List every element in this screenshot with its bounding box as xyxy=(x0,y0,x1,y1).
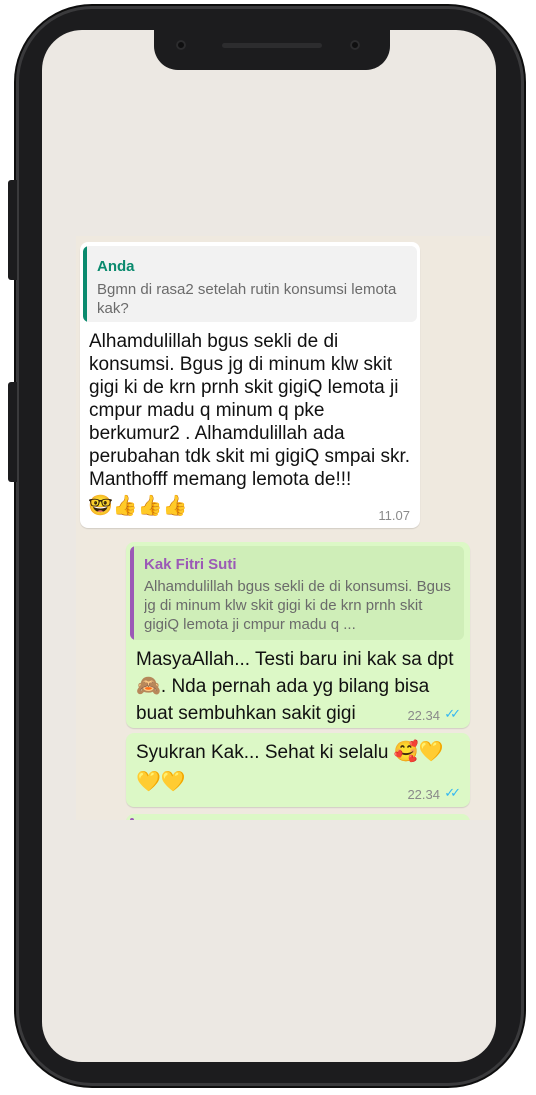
message-text-part1: MasyaAllah... Testi baru ini kak sa dpt xyxy=(136,649,454,670)
side-button-top xyxy=(8,180,17,280)
outgoing-message-bubble-partial xyxy=(126,814,470,820)
message-emojis-second-line: 💛💛 xyxy=(136,771,186,793)
message-emojis-inline: 🥰💛 xyxy=(393,741,444,763)
quote-sender-name: Anda xyxy=(97,258,135,275)
message-time: 22.34 xyxy=(407,708,440,723)
quote-text: Alhamdulillah bgus sekli de di konsumsi.… xyxy=(144,578,451,633)
quote-accent-bar xyxy=(83,246,87,322)
message-text-part2: . Nda pernah ada yg bilang bisa buat sem… xyxy=(136,676,430,724)
chat-screenshot: Anda Bgmn di rasa2 setelah rutin konsums… xyxy=(76,236,490,820)
double-check-icon: ✓✓ xyxy=(444,706,461,721)
incoming-message-bubble[interactable]: Anda Bgmn di rasa2 setelah rutin konsums… xyxy=(80,242,420,528)
message-emojis: 🤓👍👍👍 xyxy=(88,495,188,517)
camera-left xyxy=(176,40,186,50)
side-button-bottom xyxy=(8,382,17,482)
outgoing-message-bubble[interactable]: Syukran Kak... Sehat ki selalu 🥰💛 💛💛 22.… xyxy=(126,733,470,807)
quote-accent-bar xyxy=(130,546,134,640)
speaker xyxy=(222,43,322,48)
quoted-message[interactable]: Anda Bgmn di rasa2 setelah rutin konsums… xyxy=(83,246,417,322)
quote-accent-bar xyxy=(130,818,134,820)
message-time: 11.07 xyxy=(378,508,410,523)
message-text-main: Syukran Kak... Sehat ki selalu xyxy=(136,742,389,763)
monkey-emoji: 🙈 xyxy=(136,675,161,697)
outgoing-message-bubble[interactable]: Kak Fitri Suti Alhamdulillah bgus sekli … xyxy=(126,542,470,728)
quote-text: Bgmn di rasa2 setelah rutin konsumsi lem… xyxy=(97,281,397,317)
message-time: 22.34 xyxy=(407,787,440,802)
double-check-icon: ✓✓ xyxy=(444,785,461,800)
message-text: Alhamdulillah bgus sekli de di konsumsi.… xyxy=(89,331,411,490)
message-text: Syukran Kak... Sehat ki selalu 🥰💛 xyxy=(136,741,462,764)
phone-notch xyxy=(154,30,390,70)
quote-sender-name: Kak Fitri Suti xyxy=(144,556,237,573)
quoted-message[interactable]: Kak Fitri Suti Alhamdulillah bgus sekli … xyxy=(130,546,464,640)
camera-right xyxy=(350,40,360,50)
